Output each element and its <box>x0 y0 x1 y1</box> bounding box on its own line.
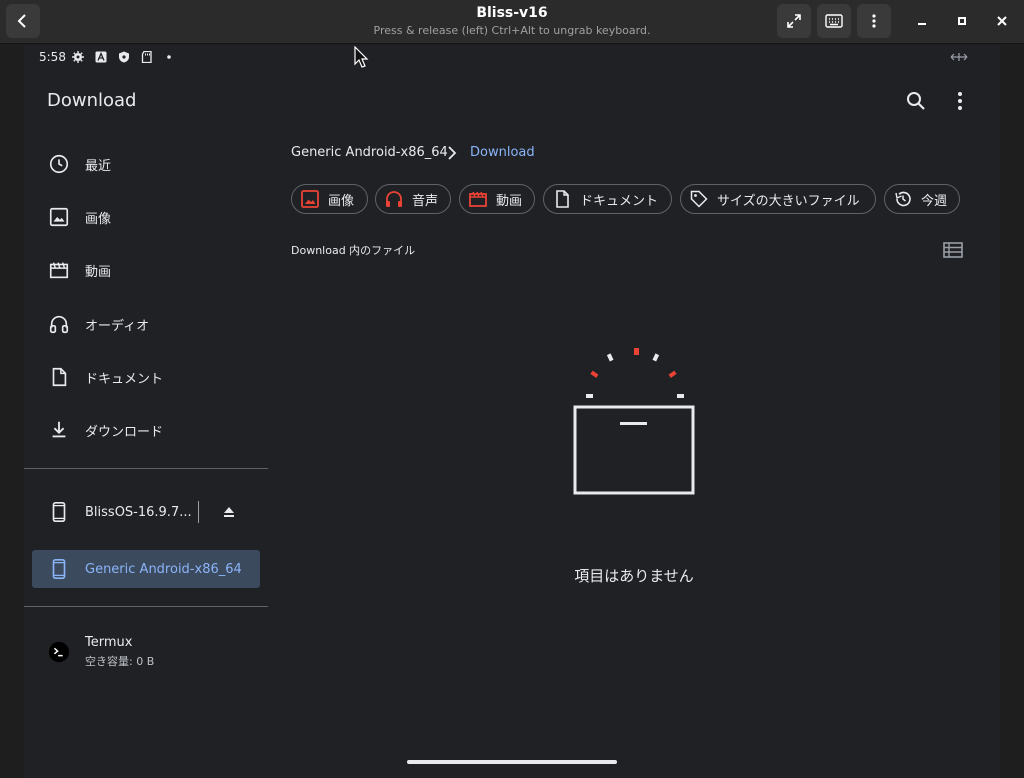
headphones-icon <box>386 191 402 207</box>
close-icon <box>997 16 1007 26</box>
more-vertical-icon[interactable] <box>948 89 972 113</box>
tag-icon <box>690 190 708 208</box>
drawer-divider <box>24 468 268 469</box>
expand-icon <box>787 14 801 28</box>
movie-icon <box>49 262 69 279</box>
drawer-app-sublabel: 空き容量: 0 B <box>85 655 155 668</box>
document-icon <box>52 367 67 387</box>
keyboard-icon <box>825 14 843 28</box>
settings-icon <box>72 51 84 63</box>
empty-message: 項目はありません <box>574 567 694 585</box>
chip-label: 音声 <box>412 193 439 209</box>
chip-label: 画像 <box>328 193 355 209</box>
chip-label: 今週 <box>921 193 948 209</box>
keyboard-button[interactable] <box>817 4 851 38</box>
breadcrumb-root[interactable]: Generic Android-x86_64 <box>291 145 448 160</box>
font-icon <box>95 51 107 63</box>
minimize-icon <box>918 23 926 25</box>
drawer-item-label: ダウンロード <box>85 424 164 440</box>
gesture-nav-bar[interactable] <box>407 760 617 764</box>
eject-divider <box>198 501 199 523</box>
chip-audio[interactable]: 音声 <box>375 184 451 214</box>
phone-icon <box>52 502 66 522</box>
android-screen: 5:58 Download 最近 画像 動画 オーディオ ドキュメント ダウンロ… <box>24 45 1000 778</box>
chip-label: 動画 <box>496 193 523 209</box>
image-icon <box>301 190 319 208</box>
maximize-icon <box>958 17 966 25</box>
title-bar: Bliss-v16 Press & release (left) Ctrl+Al… <box>0 0 1024 44</box>
maximize-button[interactable] <box>951 10 973 32</box>
close-button[interactable] <box>991 10 1013 32</box>
drawer-item-label: オーディオ <box>85 318 150 334</box>
chip-this-week[interactable]: 今週 <box>884 184 960 214</box>
chip-documents[interactable]: ドキュメント <box>543 184 672 214</box>
chip-label: サイズの大きいファイル <box>717 193 860 209</box>
drawer-item-recent[interactable]: 最近 <box>24 142 268 186</box>
chip-label: ドキュメント <box>580 193 659 209</box>
drawer-item-label: ドキュメント <box>85 371 164 387</box>
chip-large-files[interactable]: サイズの大きいファイル <box>680 184 876 214</box>
drawer-app-termux[interactable]: Termux 空き容量: 0 B <box>24 629 268 675</box>
mouse-cursor-icon <box>354 46 369 68</box>
drawer-item-audio[interactable]: オーディオ <box>24 302 268 346</box>
chip-images[interactable]: 画像 <box>291 184 368 214</box>
chip-videos[interactable]: 動画 <box>459 184 535 214</box>
drawer-device-blissos[interactable]: BlissOS-16.9.7... <box>24 490 268 534</box>
status-bar: 5:58 <box>24 45 1000 71</box>
eject-icon[interactable] <box>222 506 236 518</box>
shield-icon <box>119 51 129 63</box>
drawer-item-downloads[interactable]: ダウンロード <box>24 408 268 452</box>
more-vertical-icon <box>872 14 876 28</box>
headphones-icon <box>49 315 69 334</box>
drawer-device-label: BlissOS-16.9.7... <box>85 504 192 520</box>
page-title: Download <box>47 90 137 111</box>
chevron-right-icon <box>448 146 457 160</box>
drawer-item-label: 画像 <box>85 211 112 227</box>
clock-icon <box>49 154 69 174</box>
section-label: Download 内のファイル <box>291 244 416 257</box>
breadcrumb-current[interactable]: Download <box>470 145 535 160</box>
image-icon <box>49 207 69 227</box>
fullscreen-button[interactable] <box>777 4 811 38</box>
drawer-divider <box>24 606 268 607</box>
empty-box-illustration <box>573 348 695 495</box>
resize-arrows-icon <box>950 53 968 61</box>
drawer-item-videos[interactable]: 動画 <box>24 248 268 292</box>
drawer-item-documents[interactable]: ドキュメント <box>24 355 268 399</box>
movie-icon <box>469 191 487 207</box>
search-icon[interactable] <box>904 89 928 113</box>
dot-icon <box>167 55 171 59</box>
status-time: 5:58 <box>39 50 66 64</box>
list-view-icon[interactable] <box>942 239 964 261</box>
drawer-app-label: Termux <box>85 635 133 650</box>
emulator-window: Bliss-v16 Press & release (left) Ctrl+Al… <box>0 0 1024 778</box>
minimize-button[interactable] <box>911 10 933 32</box>
drawer-item-images[interactable]: 画像 <box>24 195 268 239</box>
history-icon <box>895 191 911 207</box>
menu-button[interactable] <box>857 4 891 38</box>
sd-card-icon <box>141 51 152 63</box>
drawer-item-label: 最近 <box>85 158 112 174</box>
document-icon <box>556 190 569 208</box>
drawer-item-label: 動画 <box>85 264 112 280</box>
download-icon <box>52 421 66 438</box>
terminal-icon <box>48 641 70 663</box>
